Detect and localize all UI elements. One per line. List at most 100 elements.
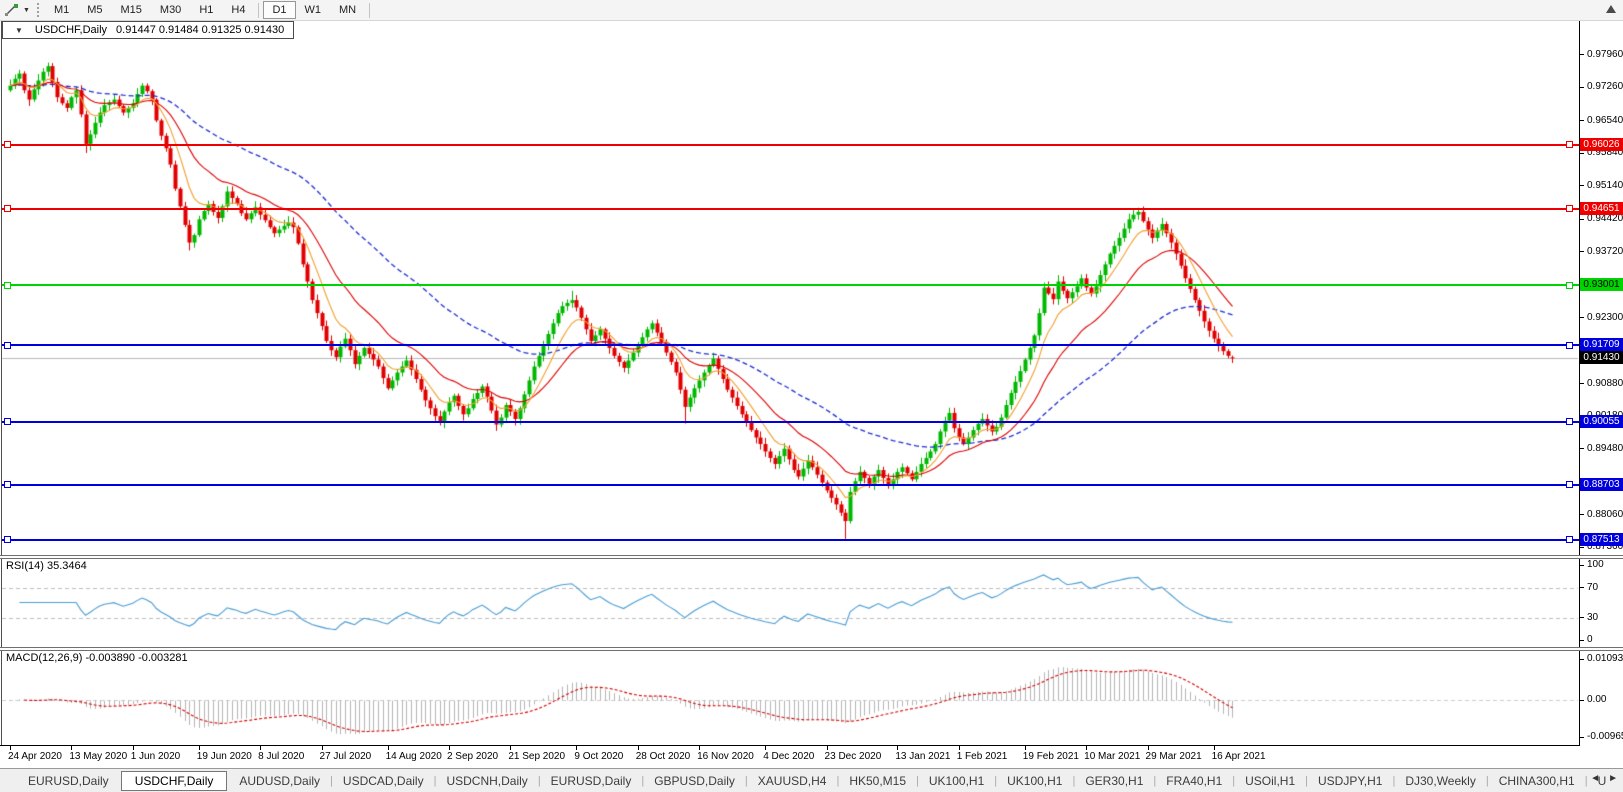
level-line[interactable]	[2, 208, 1579, 210]
symbol-tab-usdcnh-daily[interactable]: USDCNH,Daily	[436, 771, 537, 791]
date-tick-mark	[1025, 746, 1026, 750]
toolbar-separator	[258, 3, 259, 18]
level-line[interactable]	[2, 539, 1579, 541]
level-line-endpoint[interactable]	[4, 205, 11, 212]
timeframe-button-m15[interactable]: M15	[112, 1, 151, 19]
date-tick-label: 21 Sep 2020	[508, 751, 565, 762]
macd-tick-label: 0.00	[1587, 694, 1606, 705]
level-line[interactable]	[2, 344, 1579, 346]
tab-scroll-right-icon[interactable]: ►	[1608, 773, 1618, 784]
timeframe-button-m30[interactable]: M30	[151, 1, 190, 19]
date-tick-mark	[1086, 746, 1087, 750]
date-tick-mark	[133, 746, 134, 750]
legend-collapse-icon[interactable]: ▼	[15, 26, 23, 35]
timeframe-button-m5[interactable]: M5	[78, 1, 111, 19]
level-line-endpoint[interactable]	[1566, 282, 1573, 289]
date-tick-label: 9 Oct 2020	[574, 751, 623, 762]
symbol-tab-usdchf-daily[interactable]: USDCHF,Daily	[121, 771, 228, 791]
date-tick-label: 1 Feb 2021	[957, 751, 1008, 762]
level-line[interactable]	[2, 144, 1579, 146]
level-line[interactable]	[2, 421, 1579, 423]
symbol-tab-usoil-h1[interactable]: USOil,H1	[1235, 771, 1305, 791]
level-price-label: 0.87513	[1580, 533, 1623, 546]
level-price-label: 0.94651	[1580, 202, 1623, 215]
price-tick-label: 0.96540	[1587, 115, 1623, 126]
timeframe-button-m1[interactable]: M1	[45, 1, 78, 19]
price-tick-mark	[1579, 448, 1584, 449]
level-line[interactable]	[2, 284, 1579, 286]
symbol-tab-usdcad-daily[interactable]: USDCAD,Daily	[333, 771, 434, 791]
level-line-endpoint[interactable]	[1566, 141, 1573, 148]
symbol-tab-fra40-h1[interactable]: FRA40,H1	[1156, 771, 1232, 791]
legend-symbol: USDCHF,Daily	[35, 24, 107, 36]
macd-tick-mark	[1579, 737, 1584, 738]
symbol-tab-uk100-h1[interactable]: UK100,H1	[919, 771, 994, 791]
symbol-tab-audusd-daily[interactable]: AUDUSD,Daily	[229, 771, 330, 791]
toolbar-grip-handle[interactable]	[37, 3, 39, 17]
level-line-endpoint[interactable]	[4, 418, 11, 425]
date-tick-mark	[638, 746, 639, 750]
tool-dropdown-caret-icon[interactable]: ▼	[23, 7, 30, 14]
symbol-tab-eurusd-daily[interactable]: EURUSD,Daily	[541, 771, 642, 791]
timeframe-button-h4[interactable]: H4	[222, 1, 254, 19]
rsi-tick-mark	[1579, 617, 1584, 618]
level-line-endpoint[interactable]	[4, 282, 11, 289]
symbol-tab-row: EURUSD,DailyUSDCHF,DailyAUDUSD,Daily|USD…	[18, 771, 1616, 791]
symbol-tab-xauusd-h4[interactable]: XAUUSD,H4	[748, 771, 837, 791]
level-line-endpoint[interactable]	[1566, 481, 1573, 488]
macd-tick-mark	[1579, 700, 1584, 701]
symbol-tab-uk100-h1[interactable]: UK100,H1	[997, 771, 1072, 791]
level-line-endpoint[interactable]	[4, 536, 11, 543]
macd-pane-resize-handle[interactable]	[0, 647, 1623, 651]
tab-scroll-left-icon[interactable]: ◄	[1590, 773, 1600, 784]
date-tick-label: 16 Nov 2020	[697, 751, 754, 762]
rsi-indicator-label: RSI(14) 35.3464	[6, 560, 87, 572]
symbol-tab-china300-h1[interactable]: CHINA300,H1	[1489, 771, 1585, 791]
price-tick-label: 0.93720	[1587, 246, 1623, 257]
price-tick-mark	[1579, 514, 1584, 515]
date-tick-mark	[897, 746, 898, 750]
timeframe-button-d1[interactable]: D1	[263, 1, 295, 19]
timeframe-button-h1[interactable]: H1	[190, 1, 222, 19]
symbol-tab-gbpusd-daily[interactable]: GBPUSD,Daily	[644, 771, 745, 791]
symbol-tab-ger30-h1[interactable]: GER30,H1	[1075, 771, 1153, 791]
symbol-tab-usdjpy-h1[interactable]: USDJPY,H1	[1308, 771, 1392, 791]
toolbar-overflow-icon[interactable]	[1606, 5, 1616, 13]
rsi-pane-resize-handle[interactable]	[0, 555, 1623, 559]
level-line-endpoint[interactable]	[4, 342, 11, 349]
chart-plot-area[interactable]	[0, 0, 1623, 792]
price-tick-label: 0.88060	[1587, 509, 1623, 520]
level-price-label: 0.91709	[1580, 338, 1623, 351]
price-tick-mark	[1579, 87, 1584, 88]
macd-tick-label: -0.009653	[1587, 731, 1623, 742]
date-tick-label: 8 Jul 2020	[258, 751, 304, 762]
rsi-tick-label: 70	[1587, 582, 1598, 593]
date-tick-mark	[449, 746, 450, 750]
price-tick-mark	[1579, 54, 1584, 55]
price-tick-label: 0.89480	[1587, 443, 1623, 454]
level-line[interactable]	[2, 484, 1579, 486]
date-tick-mark	[1214, 746, 1215, 750]
level-line-endpoint[interactable]	[1566, 342, 1573, 349]
level-line-endpoint[interactable]	[1566, 418, 1573, 425]
rsi-tick-mark	[1579, 640, 1584, 641]
level-line-endpoint[interactable]	[1566, 205, 1573, 212]
level-line-endpoint[interactable]	[1566, 536, 1573, 543]
timeframe-button-w1[interactable]: W1	[296, 1, 331, 19]
price-tick-label: 0.94420	[1587, 213, 1623, 224]
date-tick-mark	[827, 746, 828, 750]
symbol-tab-dj30-weekly[interactable]: DJ30,Weekly	[1395, 771, 1485, 791]
date-tick-label: 24 Apr 2020	[8, 751, 62, 762]
price-tick-mark	[1579, 251, 1584, 252]
date-tick-mark	[260, 746, 261, 750]
pointer-tool-icon[interactable]	[4, 3, 20, 17]
price-tick-label: 0.95140	[1587, 180, 1623, 191]
symbol-tab-hk50-m15[interactable]: HK50,M15	[839, 771, 916, 791]
price-tick-mark	[1579, 383, 1584, 384]
timeframe-button-mn[interactable]: MN	[330, 1, 365, 19]
timeframe-button-row: M1M5M15M30H1H4 D1W1MN	[45, 1, 374, 19]
level-line-endpoint[interactable]	[4, 481, 11, 488]
level-price-label: 0.88703	[1580, 478, 1623, 491]
symbol-tab-eurusd-daily[interactable]: EURUSD,Daily	[18, 771, 119, 791]
level-line-endpoint[interactable]	[4, 141, 11, 148]
